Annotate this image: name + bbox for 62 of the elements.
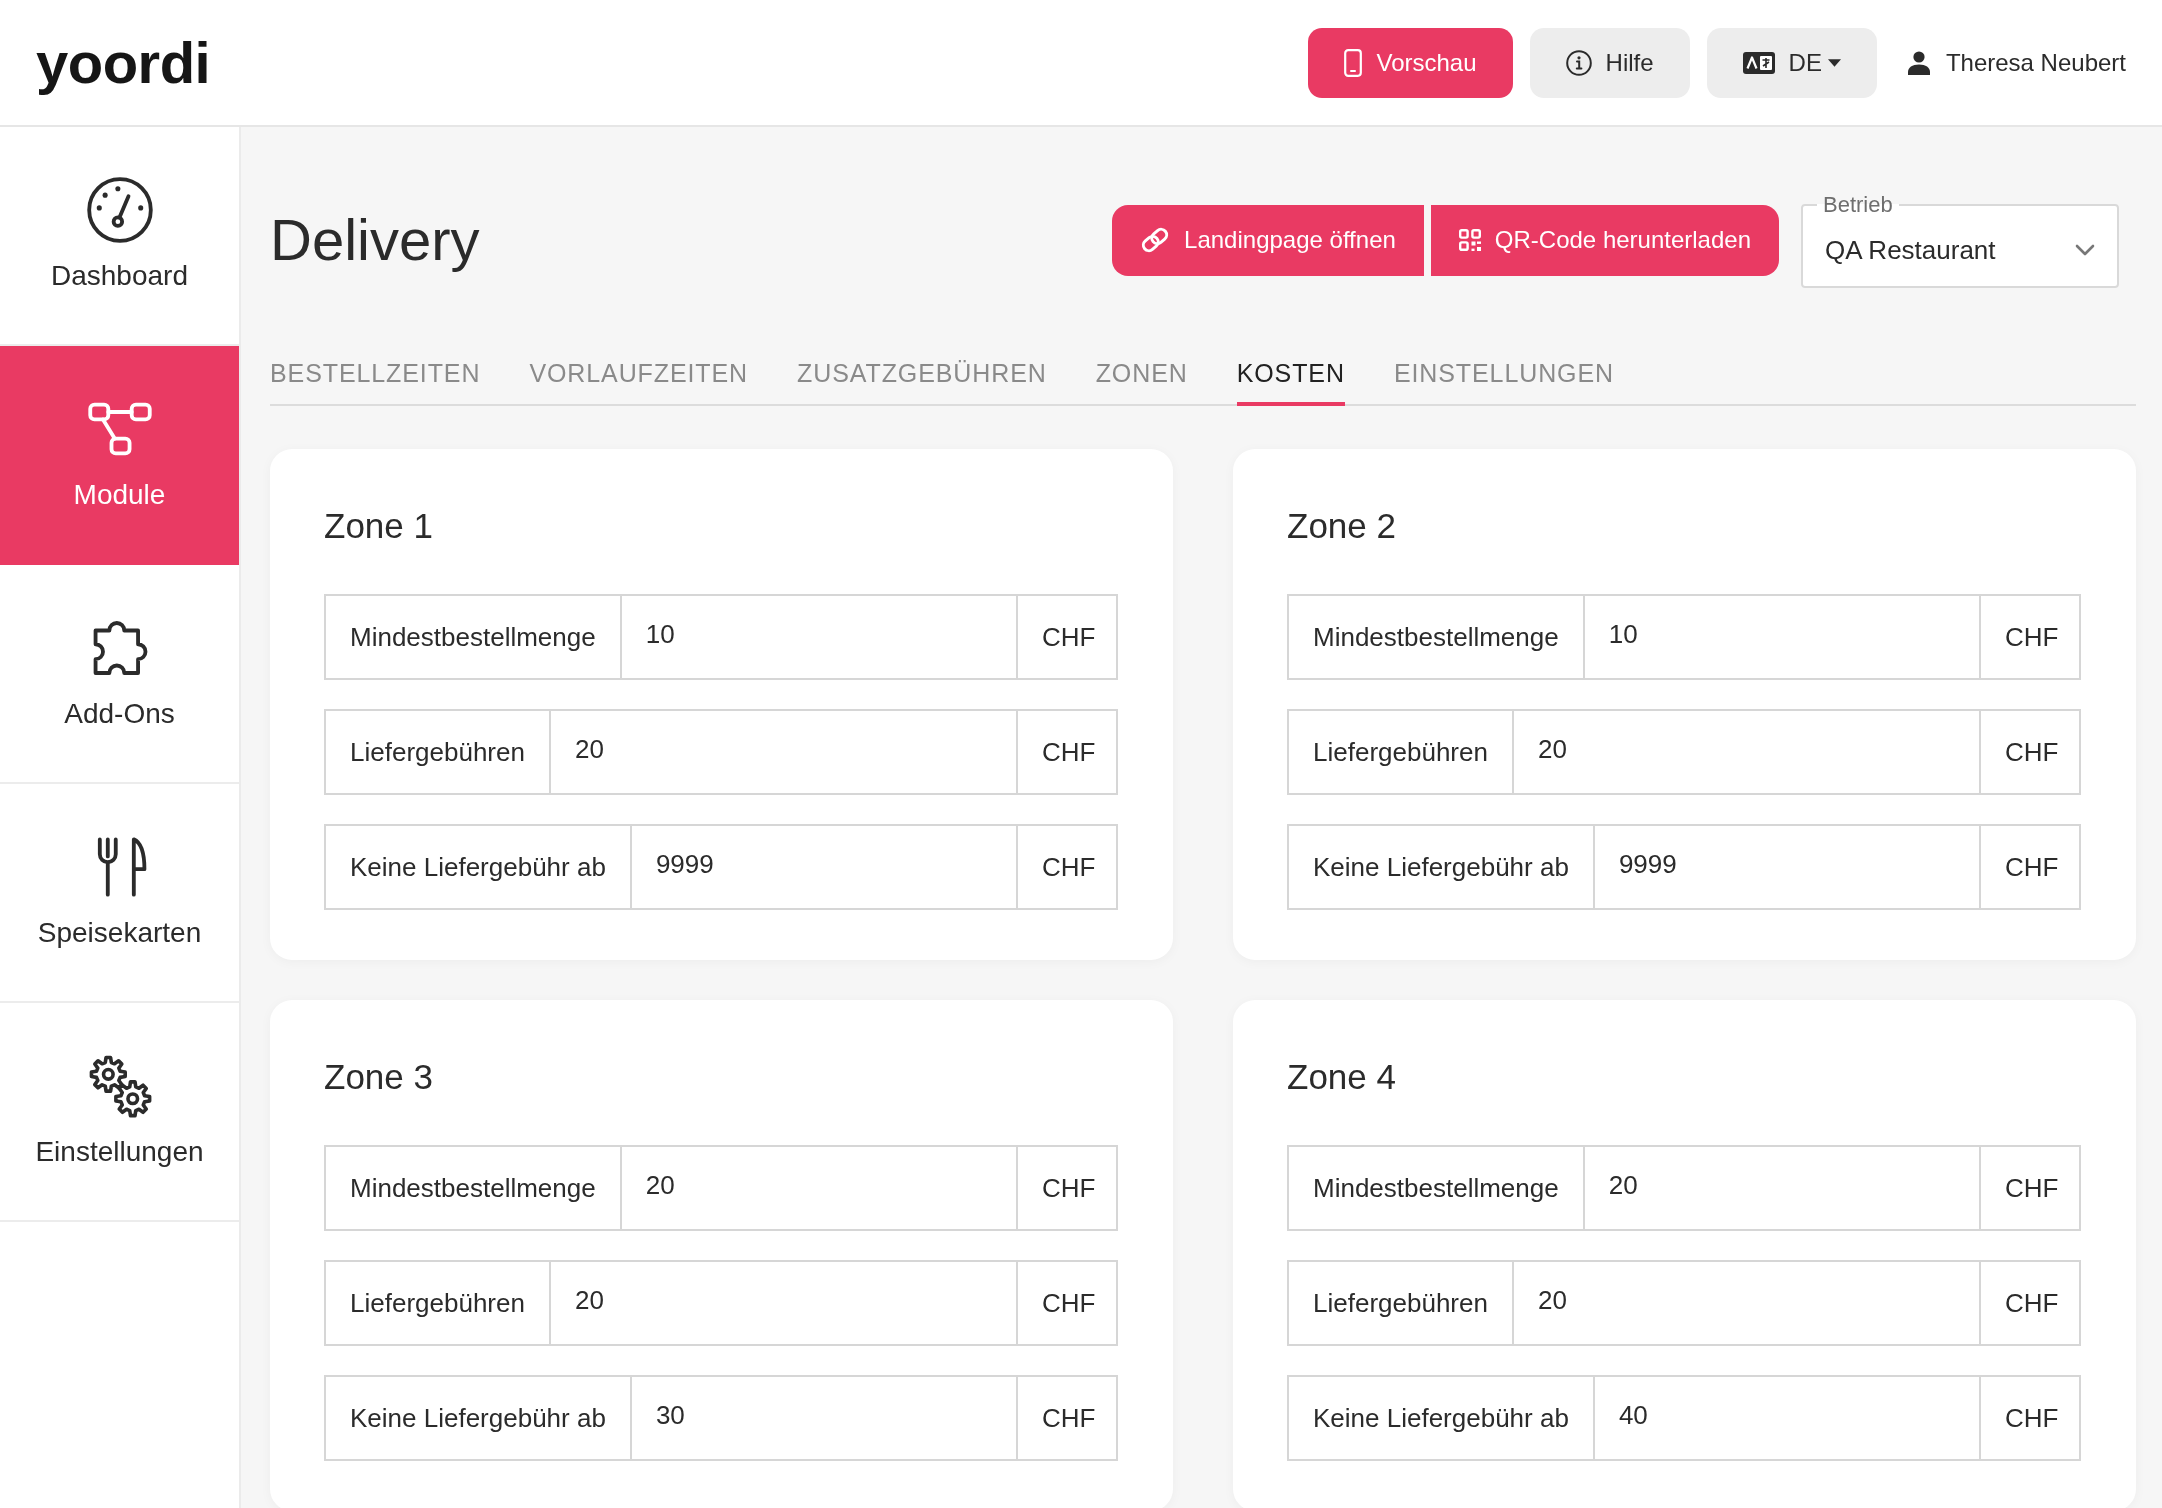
sidebar-item[interactable]: Speisekarten <box>0 784 239 1003</box>
amount-input[interactable]: 20 <box>550 1260 1016 1346</box>
field-label: Liefergebühren <box>1287 709 1514 795</box>
language-button[interactable]: DE <box>1706 27 1877 98</box>
caret-icon <box>1827 58 1841 67</box>
help-button[interactable]: Hilfe <box>1529 27 1690 98</box>
chevron-down-icon <box>2075 244 2095 256</box>
zone-title: Zone 4 <box>1287 1056 1397 1098</box>
unit-label: CHF <box>1979 1260 2081 1346</box>
unit-label: CHF <box>1016 709 1118 795</box>
amount-input[interactable]: 20 <box>1513 1260 1979 1346</box>
amount-input[interactable]: 20 <box>550 709 1016 795</box>
field-label: Mindestbestellmenge <box>1287 1145 1585 1231</box>
amount-input[interactable]: 10 <box>1584 594 1979 680</box>
amount-input[interactable]: 30 <box>631 1375 1016 1461</box>
unit-label: CHF <box>1016 1145 1118 1231</box>
link-icon <box>1140 225 1171 255</box>
unit-label: CHF <box>1016 1260 1118 1346</box>
amount-input[interactable]: 40 <box>1594 1375 1979 1461</box>
field-label: Liefergebühren <box>324 1260 551 1346</box>
person-icon <box>1907 50 1930 75</box>
unit-label: CHF <box>1979 709 2081 795</box>
field-label: Mindestbestellmenge <box>324 594 622 680</box>
open-page-button[interactable]: Landingpage öffnen <box>1112 204 1424 276</box>
amount-input[interactable]: 20 <box>1584 1145 1979 1231</box>
sidebar-item[interactable]: Einstellungen <box>0 1003 239 1222</box>
unit-label: CHF <box>1979 824 2081 910</box>
amount-input[interactable]: 9999 <box>1594 824 1979 910</box>
user-button[interactable]: Theresa Neubert <box>1907 48 2126 77</box>
field-label: Mindestbestellmenge <box>324 1145 622 1231</box>
download-button[interactable]: QR-Code herunterladen <box>1430 204 1779 276</box>
field-label: Keine Liefergebühr ab <box>1287 1375 1595 1461</box>
field-label: Keine Liefergebühr ab <box>1287 824 1595 910</box>
amount-input[interactable]: 10 <box>621 594 1016 680</box>
field-label: Keine Liefergebühr ab <box>324 1375 632 1461</box>
zone-title: Zone 2 <box>1287 505 1397 547</box>
phone-icon <box>1344 48 1363 77</box>
unit-label: CHF <box>1016 594 1118 680</box>
page-title: Delivery <box>270 206 480 274</box>
unit-label: CHF <box>1016 824 1118 910</box>
unit-label: CHF <box>1016 1375 1118 1461</box>
unit-label: CHF <box>1979 594 2081 680</box>
field-label: Mindestbestellmenge <box>1287 594 1585 680</box>
tab[interactable]: KOSTEN <box>1236 350 1345 406</box>
amount-input[interactable]: 20 <box>621 1145 1016 1231</box>
field-label: Liefergebühren <box>324 709 551 795</box>
field-label: Keine Liefergebühr ab <box>324 824 632 910</box>
amount-input[interactable]: 20 <box>1513 709 1979 795</box>
zone-title: Zone 3 <box>324 1056 434 1098</box>
zone-title: Zone 1 <box>324 505 434 547</box>
unit-label: CHF <box>1979 1375 2081 1461</box>
language-icon <box>1742 51 1775 74</box>
select-label: Betrieb <box>1822 192 1894 218</box>
preview-button[interactable]: Vorschau <box>1308 27 1513 98</box>
amount-input[interactable]: 9999 <box>631 824 1016 910</box>
sidebar-item[interactable]: Module <box>0 346 239 565</box>
unit-label: CHF <box>1979 1145 2081 1231</box>
gauge-icon <box>85 175 154 244</box>
sidebar-item[interactable]: Add-Ons <box>0 565 239 784</box>
info-icon <box>1565 49 1592 76</box>
qr-code-icon <box>1458 229 1481 251</box>
field-label: Liefergebühren <box>1287 1260 1514 1346</box>
